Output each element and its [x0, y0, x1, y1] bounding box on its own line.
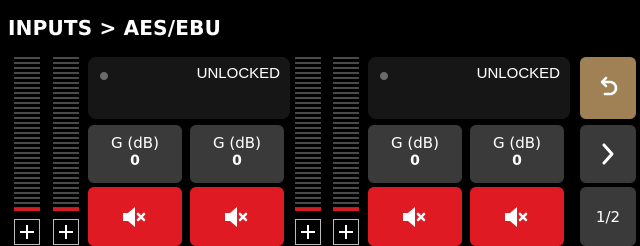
lock-status-text: UNLOCKED — [476, 65, 560, 82]
lock-status-panel: UNLOCKED — [368, 57, 570, 119]
gain-control[interactable]: G (dB) 0 — [190, 125, 284, 183]
gain-value: 0 — [130, 153, 140, 169]
level-meter — [14, 57, 40, 211]
page-indicator-button[interactable]: 1/2 — [580, 187, 636, 246]
add-button[interactable] — [14, 219, 40, 245]
lock-status-text: UNLOCKED — [196, 65, 280, 82]
speaker-muted-icon — [225, 206, 248, 227]
add-button[interactable] — [333, 219, 359, 245]
speaker-muted-icon — [505, 206, 528, 227]
meter-peak-indicator — [14, 208, 40, 211]
speaker-muted-icon — [123, 206, 146, 227]
meter-peak-indicator — [333, 208, 359, 211]
gain-label: G (dB) — [391, 134, 439, 152]
next-button[interactable] — [580, 125, 636, 183]
gain-value: 0 — [512, 153, 522, 169]
add-button[interactable] — [295, 219, 321, 245]
level-meter — [295, 57, 321, 211]
level-meter — [333, 57, 359, 211]
meter-peak-indicator — [53, 208, 79, 211]
level-meter — [53, 57, 79, 211]
lock-status-panel: UNLOCKED — [88, 57, 290, 119]
gain-label: G (dB) — [213, 134, 261, 152]
gain-value: 0 — [410, 153, 420, 169]
add-button[interactable] — [53, 219, 79, 245]
gain-value: 0 — [232, 153, 242, 169]
meter-peak-indicator — [295, 208, 321, 211]
mute-button[interactable] — [368, 187, 462, 246]
gain-control[interactable]: G (dB) 0 — [88, 125, 182, 183]
back-button[interactable] — [580, 57, 636, 119]
gain-label: G (dB) — [493, 134, 541, 152]
lock-indicator-icon — [100, 72, 108, 80]
speaker-muted-icon — [403, 206, 426, 227]
gain-control[interactable]: G (dB) 0 — [470, 125, 564, 183]
page-title: INPUTS > AES/EBU — [8, 16, 222, 40]
gain-control[interactable]: G (dB) 0 — [368, 125, 462, 183]
page-indicator: 1/2 — [595, 207, 621, 226]
mute-button[interactable] — [190, 187, 284, 246]
mute-button[interactable] — [470, 187, 564, 246]
undo-arrow-icon — [600, 76, 618, 96]
lock-indicator-icon — [380, 72, 388, 80]
gain-label: G (dB) — [111, 134, 159, 152]
chevron-right-icon — [602, 143, 614, 165]
mute-button[interactable] — [88, 187, 182, 246]
